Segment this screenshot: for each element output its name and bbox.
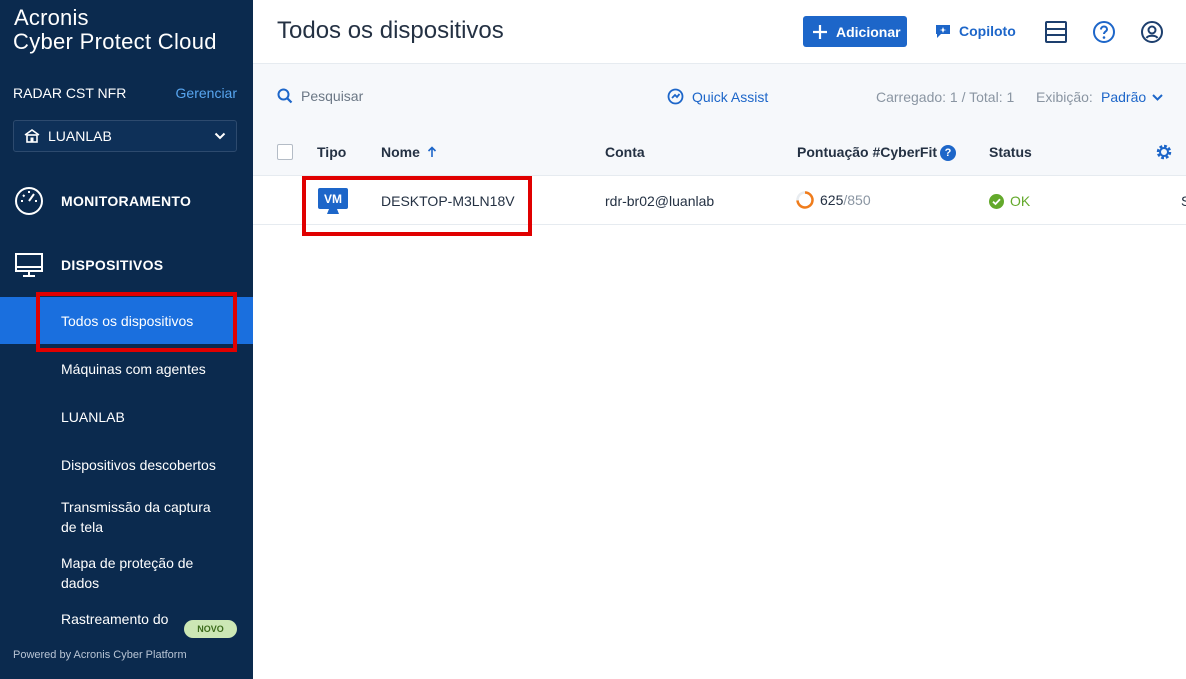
sidebar-item-all-devices[interactable]: Todos os dispositivos: [0, 297, 253, 344]
column-score-label: Pontuação #CyberFit: [797, 144, 938, 160]
help-icon[interactable]: [1092, 20, 1116, 44]
copilot-icon: [936, 25, 950, 38]
brand-product: Cyber Protect Cloud: [13, 29, 217, 54]
gauge-icon: [15, 187, 43, 215]
quick-assist-icon: [667, 88, 684, 105]
toolbar: Pesquisar Quick Assist Carregado: 1 / To…: [253, 64, 1186, 128]
chevron-down-icon: [214, 132, 226, 140]
sidebar: Acronis Cyber Protect Cloud RADAR CST NF…: [0, 0, 253, 679]
user-icon[interactable]: [1140, 20, 1164, 44]
nav-section-label: MONITORAMENTO: [61, 193, 192, 209]
quick-assist-button[interactable]: Quick Assist: [667, 88, 768, 105]
table-header: Tipo Nome Conta Pontuação #CyberFit? Sta…: [253, 128, 1186, 176]
page-title: Todos os dispositivos: [277, 17, 504, 44]
check-circle-icon: [989, 193, 1004, 209]
loaded-count: Carregado: 1 / Total: 1: [876, 89, 1015, 105]
page-header: Todos os dispositivos Adicionar Copiloto: [253, 0, 1186, 64]
nav-section-monitoring[interactable]: MONITORAMENTO: [0, 181, 253, 221]
view-label: Exibição:: [1036, 89, 1093, 105]
nav-section-devices[interactable]: DISPOSITIVOS: [0, 245, 253, 285]
tenant-select-value: LUANLAB: [48, 128, 112, 144]
gear-icon[interactable]: [1155, 143, 1173, 161]
search-icon: [277, 88, 293, 104]
status-badge: OK: [989, 193, 1030, 209]
device-name[interactable]: DESKTOP-M3LN18V: [381, 193, 515, 209]
quick-assist-label: Quick Assist: [692, 88, 769, 105]
brand-name: Acronis: [14, 5, 89, 30]
search-input[interactable]: Pesquisar: [277, 88, 363, 104]
vm-badge: VM: [324, 192, 342, 206]
column-status[interactable]: Status: [989, 144, 1032, 160]
truncated-cell: S: [1181, 193, 1186, 209]
monitor-icon: [15, 253, 43, 277]
manage-link[interactable]: Gerenciar: [176, 85, 237, 101]
search-placeholder: Pesquisar: [301, 88, 364, 104]
score-max: /850: [843, 192, 871, 208]
column-account[interactable]: Conta: [605, 144, 645, 160]
column-name-label: Nome: [381, 144, 420, 160]
building-icon: [24, 129, 40, 143]
vm-icon: VM: [318, 188, 348, 214]
select-all-checkbox[interactable]: [277, 144, 293, 160]
tenant-select[interactable]: LUANLAB: [13, 120, 237, 152]
cyberfit-score: 625/850: [796, 191, 871, 209]
score-ring-icon: [796, 191, 814, 209]
column-name[interactable]: Nome: [381, 144, 437, 160]
copilot-button[interactable]: Copiloto: [934, 22, 1016, 40]
add-button[interactable]: Adicionar: [803, 16, 907, 47]
sidebar-item-luanlab[interactable]: LUANLAB: [0, 407, 253, 427]
layout-icon[interactable]: [1044, 20, 1068, 44]
copilot-label: Copiloto: [959, 23, 1016, 39]
device-account: rdr-br02@luanlab: [605, 193, 715, 209]
view-select-value: Padrão: [1101, 89, 1147, 105]
sidebar-item-discovered-devices[interactable]: Dispositivos descobertos: [0, 455, 253, 475]
sidebar-item-screen-capture[interactable]: Transmissão da captura de tela: [0, 497, 253, 537]
nav-section-label: DISPOSITIVOS: [61, 257, 164, 273]
plus-icon: [813, 24, 827, 39]
score-value: 625: [820, 192, 844, 208]
view-select[interactable]: Padrão: [1101, 89, 1163, 105]
column-type[interactable]: Tipo: [317, 144, 346, 160]
sidebar-item-machines-with-agents[interactable]: Máquinas com agentes: [0, 359, 253, 379]
tenant-name: RADAR CST NFR: [13, 85, 127, 101]
status-text: OK: [1010, 193, 1031, 209]
sidebar-item-data-protection-map[interactable]: Mapa de proteção de dados: [0, 553, 253, 593]
column-score[interactable]: Pontuação #CyberFit?: [797, 144, 957, 161]
help-icon[interactable]: ?: [940, 145, 957, 161]
add-button-label: Adicionar: [836, 23, 901, 40]
powered-by: Powered by Acronis Cyber Platform: [13, 649, 187, 661]
chevron-down-icon: [1152, 93, 1163, 101]
table-row[interactable]: VM DESKTOP-M3LN18V rdr-br02@luanlab 625/…: [253, 177, 1186, 225]
new-badge: NOVO: [184, 620, 237, 638]
sort-asc-icon: [427, 146, 436, 157]
